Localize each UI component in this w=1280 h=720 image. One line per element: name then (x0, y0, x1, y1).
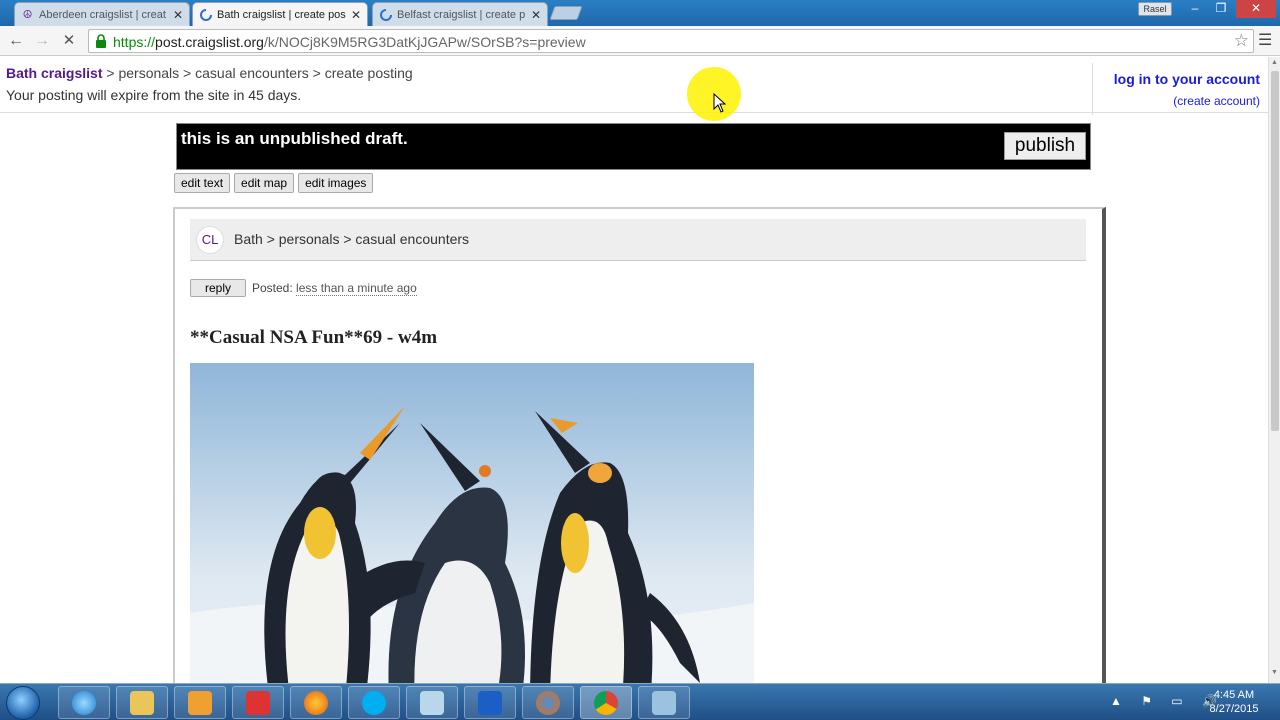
back-arrow-icon[interactable]: ← (5, 30, 27, 52)
breadcrumb: Bath craigslist > personals > casual enc… (6, 65, 413, 81)
address-bar[interactable]: https://post.craigslist.org/k/NOCj8K9M5R… (88, 29, 1254, 53)
edit-text-button[interactable]: edit text (174, 173, 231, 193)
reply-button[interactable]: reply (190, 279, 246, 297)
network-tool-icon[interactable] (638, 686, 690, 719)
draft-message: this is an unpublished draft. (181, 129, 408, 148)
file-explorer-icon[interactable] (116, 686, 168, 719)
url-text: https://post.craigslist.org/k/NOCj8K9M5R… (113, 34, 586, 50)
crumb-create-posting: create posting (324, 65, 413, 81)
scroll-down-arrow-icon[interactable]: ▼ (1271, 669, 1278, 676)
media-player-icon[interactable] (174, 686, 226, 719)
scrollbar-thumb[interactable] (1271, 71, 1279, 431)
maximize-icon[interactable]: ❐ (1208, 0, 1234, 18)
bookmark-star-icon[interactable]: ☆ (1234, 31, 1249, 51)
windows-taskbar: ▲ ⚑ ▭ 🔊 4:45 AM 8/27/2015 (0, 683, 1280, 720)
peace-icon: ☮ (22, 9, 33, 21)
posting-breadcrumb: Bath > personals > casual encounters (234, 231, 470, 247)
posting-header: CL Bath > personals > casual encounters (190, 219, 1086, 261)
account-box: log in to your account (create account) (1092, 63, 1268, 115)
tab-title: Belfast craigslist | create p (397, 8, 526, 21)
chrome-icon[interactable] (580, 686, 632, 719)
taskbar-clock[interactable]: 4:45 AM 8/27/2015 (1202, 688, 1266, 716)
window-close-icon[interactable]: ✕ (1236, 0, 1276, 18)
filezilla-icon[interactable] (232, 686, 284, 719)
skype-icon[interactable] (348, 686, 400, 719)
edit-images-button[interactable]: edit images (298, 173, 374, 193)
posting-preview: CL Bath > personals > casual encounters … (173, 207, 1106, 683)
close-icon[interactable]: ✕ (531, 8, 541, 22)
tab-belfast[interactable]: Belfast craigslist | create p ✕ (372, 2, 548, 26)
crumb-casual-encounters: casual encounters (195, 65, 309, 81)
craigslist-header: Bath craigslist > personals > casual enc… (0, 57, 1268, 115)
login-link[interactable]: log in to your account (1093, 71, 1260, 87)
internet-explorer-icon[interactable] (58, 686, 110, 719)
tab-title: Bath craigslist | create pos (217, 8, 346, 21)
expiry-notice: Your posting will expire from the site i… (6, 87, 302, 103)
tab-title: Aberdeen craigslist | creat (39, 8, 166, 21)
scroll-up-arrow-icon[interactable]: ▲ (1271, 59, 1278, 66)
publish-button[interactable]: publish (1004, 132, 1086, 160)
create-account-link[interactable]: (create account) (1093, 94, 1260, 108)
firefox-icon[interactable] (290, 686, 342, 719)
close-icon[interactable]: ✕ (173, 8, 183, 22)
firefox-alt-icon[interactable] (522, 686, 574, 719)
page-content: Bath craigslist > personals > casual enc… (0, 57, 1268, 683)
hamburger-menu-icon[interactable]: ☰ (1258, 30, 1272, 50)
user-profile-badge[interactable]: Rasel (1138, 2, 1172, 16)
close-icon[interactable]: ✕ (351, 8, 361, 22)
lock-icon (96, 34, 106, 48)
edit-buttons: edit text edit map edit images (174, 173, 374, 193)
page-scrollbar[interactable]: ▲ ▼ (1268, 57, 1280, 683)
crumb-personals: personals (118, 65, 180, 81)
loading-spinner-icon (199, 8, 212, 21)
forward-arrow-icon[interactable]: → (31, 30, 53, 52)
posting-title: **Casual NSA Fun**69 - w4m (190, 327, 438, 348)
browser-toolbar: ← → ✕ https://post.craigslist.org/k/NOCj… (0, 26, 1280, 56)
minimize-icon[interactable]: – (1182, 0, 1208, 18)
browser-tab-bar: ☮ Aberdeen craigslist | creat ✕ Bath cra… (0, 0, 1280, 26)
edit-map-button[interactable]: edit map (234, 173, 295, 193)
loading-spinner-icon (379, 8, 392, 21)
site-home-link[interactable]: Bath craigslist (6, 65, 102, 81)
mouse-pointer-icon (713, 93, 727, 113)
tab-aberdeen[interactable]: ☮ Aberdeen craigslist | creat ✕ (14, 2, 190, 26)
clock-time: 4:45 AM (1213, 689, 1255, 701)
notepad-icon[interactable] (406, 686, 458, 719)
maxthon-icon[interactable] (464, 686, 516, 719)
draft-banner: this is an unpublished draft. publish (176, 123, 1091, 170)
posted-time: less than a minute ago (296, 281, 417, 296)
penguins-illustration (190, 363, 754, 683)
posting-image[interactable] (190, 363, 754, 683)
stop-loading-icon[interactable]: ✕ (58, 30, 80, 52)
new-tab-button[interactable] (549, 6, 583, 20)
posted-info: Posted: less than a minute ago (252, 281, 417, 296)
clock-date: 8/27/2015 (1209, 703, 1259, 715)
start-button[interactable] (6, 686, 40, 720)
reply-row: reply Posted: less than a minute ago (190, 279, 417, 297)
tab-bath[interactable]: Bath craigslist | create pos ✕ (192, 2, 368, 26)
craigslist-logo-icon[interactable]: CL (196, 226, 224, 254)
